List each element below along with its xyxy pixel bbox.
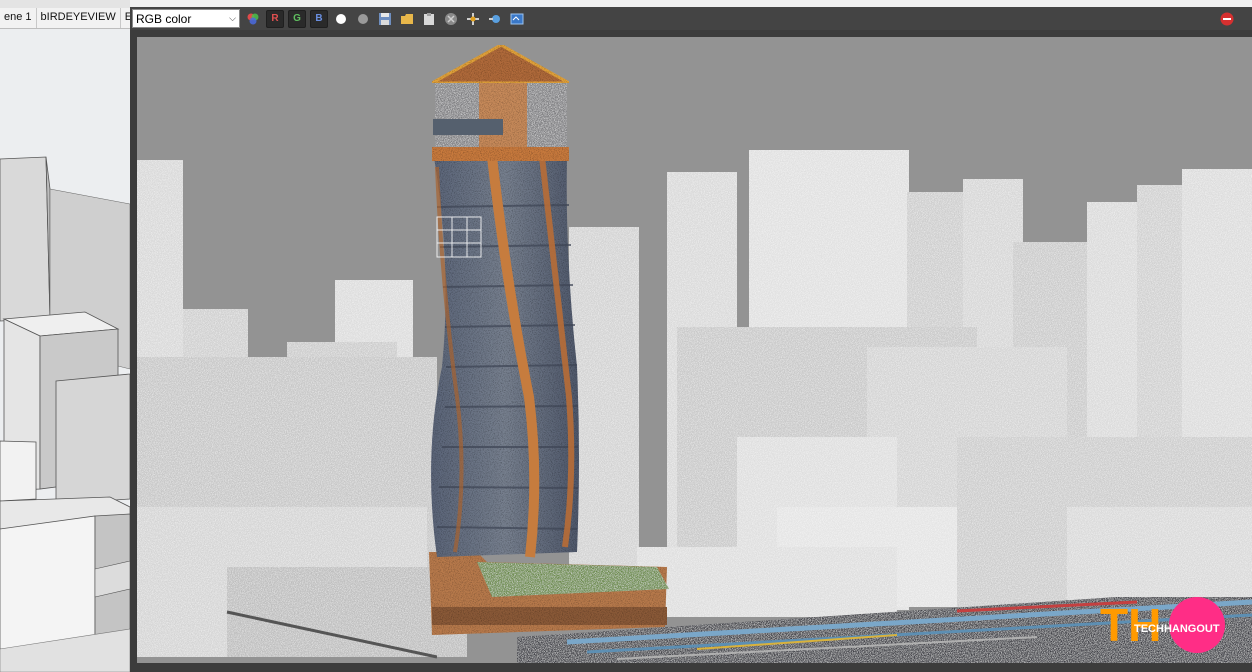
vfb-toolbar: RGB color ⌵ R G B <box>130 7 1252 30</box>
green-channel-button[interactable]: G <box>288 9 306 28</box>
compare-icon[interactable] <box>508 10 526 28</box>
stop-render-icon[interactable] <box>1218 10 1236 28</box>
save-icon[interactable] <box>376 10 394 28</box>
scene-tab-scene1[interactable]: ene 1 <box>0 8 37 28</box>
blue-channel-button[interactable]: B <box>310 9 328 28</box>
folder-icon[interactable] <box>398 10 416 28</box>
sketchup-viewport[interactable]: ene 1 bIRDEYEVIEW ELE <box>0 0 130 672</box>
follow-mouse-icon[interactable] <box>464 10 482 28</box>
clipboard-icon[interactable] <box>420 10 438 28</box>
lens-icon[interactable] <box>486 10 504 28</box>
techhangout-logo: TH TECHHANGOUT <box>1100 597 1225 653</box>
vray-frame-buffer-window: RGB color ⌵ R G B TH TECHHANGOUT <box>130 0 1252 672</box>
red-channel-label: R <box>271 13 279 24</box>
render-image[interactable]: TH TECHHANGOUT <box>137 37 1252 663</box>
channel-select-value: RGB color <box>136 11 192 26</box>
scene-tabs: ene 1 bIRDEYEVIEW ELE <box>0 8 130 29</box>
red-channel-button[interactable]: R <box>266 9 284 28</box>
channel-select[interactable]: RGB color ⌵ <box>132 9 240 28</box>
scene-tab-birdeyeview[interactable]: bIRDEYEVIEW <box>37 8 121 28</box>
white-circle-icon[interactable] <box>332 10 350 28</box>
grey-circle-icon[interactable] <box>354 10 372 28</box>
watermark-text: TECHHANGOUT <box>1134 623 1220 635</box>
window-title-strip <box>130 0 1252 7</box>
clear-icon[interactable] <box>442 10 460 28</box>
sketchup-toolbar-strip <box>0 0 130 8</box>
blue-channel-label: B <box>315 13 323 24</box>
chevron-down-icon: ⌵ <box>229 13 236 23</box>
sketch-model-canvas[interactable] <box>0 29 130 672</box>
render-canvas <box>137 37 1252 663</box>
scene-tab-ele[interactable]: ELE <box>121 8 130 28</box>
color-wheel-icon[interactable] <box>244 10 262 28</box>
green-channel-label: G <box>293 13 301 24</box>
